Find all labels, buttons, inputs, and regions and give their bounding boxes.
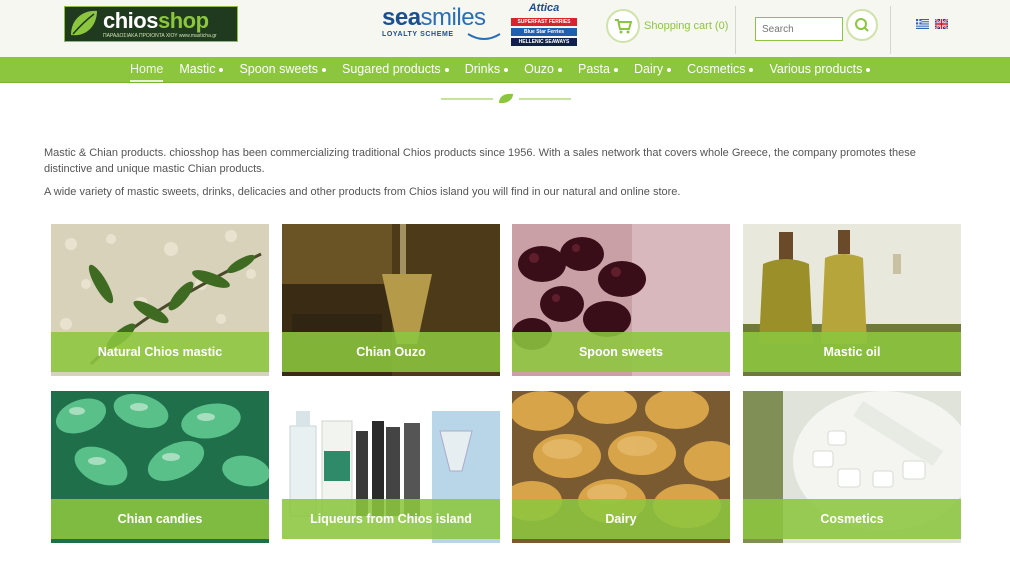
nav-item-pasta[interactable]: Pasta [570,57,626,83]
logo-tagline: ΠΑΡΑΔΟΣΙΑΚΑ ΠΡΟΙΟΝΤΑ ΧΙΟΥ www.masticha.g… [103,32,217,39]
nav-item-spoon-sweets[interactable]: Spoon sweets [231,57,334,83]
nav-item-label: Dairy [633,62,664,76]
dropdown-dot-icon [322,67,326,72]
intro-paragraph: Mastic & Chian products. chiosshop has b… [44,147,916,175]
attica-title: Attica [528,2,560,14]
nav-item-label: Sugared products [342,62,441,76]
category-label[interactable]: Spoon sweets [579,345,663,359]
dropdown-dot-icon [504,67,509,72]
search-input[interactable] [755,17,843,41]
seasmiles-logo[interactable]: seasmiles LOYALTY SCHEME [382,6,508,46]
nav-item-drinks[interactable]: Drinks [457,57,516,83]
dropdown-dot-icon [558,67,562,72]
greek-flag-icon[interactable] [916,19,929,29]
leaf-icon [499,93,513,104]
category-tile-chian-candies[interactable]: Chian candies [51,391,269,543]
intro-paragraph: A wide variety of mastic sweets, drinks,… [44,186,681,198]
leaf-logo-icon [71,10,97,36]
attica-group-logo[interactable]: Attica SUPERFAST FERRIES Blue Star Ferri… [511,2,577,54]
category-tile-liqueurs[interactable]: Liqueurs from Chios island [282,391,500,543]
nav-item-label: Home [130,62,164,76]
nav-item-label: Ouzo [524,62,554,76]
site-header: chiosshop ΠΑΡΑΔΟΣΙΑΚΑ ΠΡΟΙΟΝΤΑ ΧΙΟΥ www.… [0,0,1010,57]
nav-item-label: Drinks [464,62,501,76]
category-tile-spoon-sweets[interactable]: Spoon sweets [512,224,730,376]
category-label[interactable]: Chian candies [118,512,203,526]
english-flag-icon[interactable] [935,19,948,29]
nav-item-label: Mastic [179,62,216,76]
category-tile-mastic-oil[interactable]: Mastic oil [743,224,961,376]
search-button[interactable] [846,9,878,41]
nav-item-home[interactable]: Home [122,57,171,83]
category-label[interactable]: Dairy [605,512,636,526]
dropdown-dot-icon [866,67,871,72]
bluestar-bar: Blue Star Ferries [511,28,577,36]
nav-item-label: Cosmetics [687,62,746,76]
nav-item-ouzo[interactable]: Ouzo [516,57,570,83]
dropdown-dot-icon [749,67,754,72]
nav-item-label: Various products [769,62,863,76]
superfast-bar: SUPERFAST FERRIES [511,18,577,26]
main-navigation: Home Mastic Spoon sweets Sugared products Dr… [0,57,1010,83]
category-tile-chian-ouzo[interactable]: Chian Ouzo [282,224,500,376]
hellenic-bar: HELLENIC SEAWAYS [511,38,577,46]
category-label[interactable]: Cosmetics [820,512,883,526]
smile-curve-icon [467,33,501,40]
leaf-divider [441,93,571,104]
nav-item-dairy[interactable]: Dairy [626,57,679,83]
header-divider [735,6,736,54]
header-divider [890,6,891,54]
category-tile-cosmetics[interactable]: Cosmetics [743,391,961,543]
category-label[interactable]: Chian Ouzo [356,345,425,359]
nav-item-mastic[interactable]: Mastic [171,57,231,83]
category-label[interactable]: Natural Chios mastic [98,345,222,359]
intro-text: Mastic & Chian products. chiosshop has b… [44,145,944,207]
dropdown-dot-icon [219,67,224,72]
category-tile-dairy[interactable]: Dairy [512,391,730,543]
cart-icon[interactable] [606,9,640,43]
dropdown-dot-icon [613,67,618,72]
category-tile-natural-chios-mastic[interactable]: Natural Chios mastic [51,224,269,376]
nav-item-sugared-products[interactable]: Sugared products [334,57,457,83]
chiosshop-logo[interactable]: chiosshop ΠΑΡΑΔΟΣΙΑΚΑ ΠΡΟΙΟΝΤΑ ΧΙΟΥ www.… [64,6,238,42]
shopping-cart[interactable]: Shopping cart (0) [606,9,728,43]
nav-item-label: Pasta [578,62,610,76]
category-label[interactable]: Liqueurs from Chios island [310,512,472,526]
nav-item-cosmetics[interactable]: Cosmetics [679,57,761,83]
nav-item-label: Spoon sweets [239,62,318,76]
category-label[interactable]: Mastic oil [824,345,881,359]
search-icon [855,18,869,32]
nav-item-various-products[interactable]: Various products [761,57,878,83]
page: chiosshop ΠΑΡΑΔΟΣΙΑΚΑ ΠΡΟΙΟΝΤΑ ΧΙΟΥ www.… [0,0,1010,570]
dropdown-dot-icon [444,67,449,72]
dropdown-dot-icon [667,67,672,72]
cart-label[interactable]: Shopping cart (0) [644,20,728,32]
